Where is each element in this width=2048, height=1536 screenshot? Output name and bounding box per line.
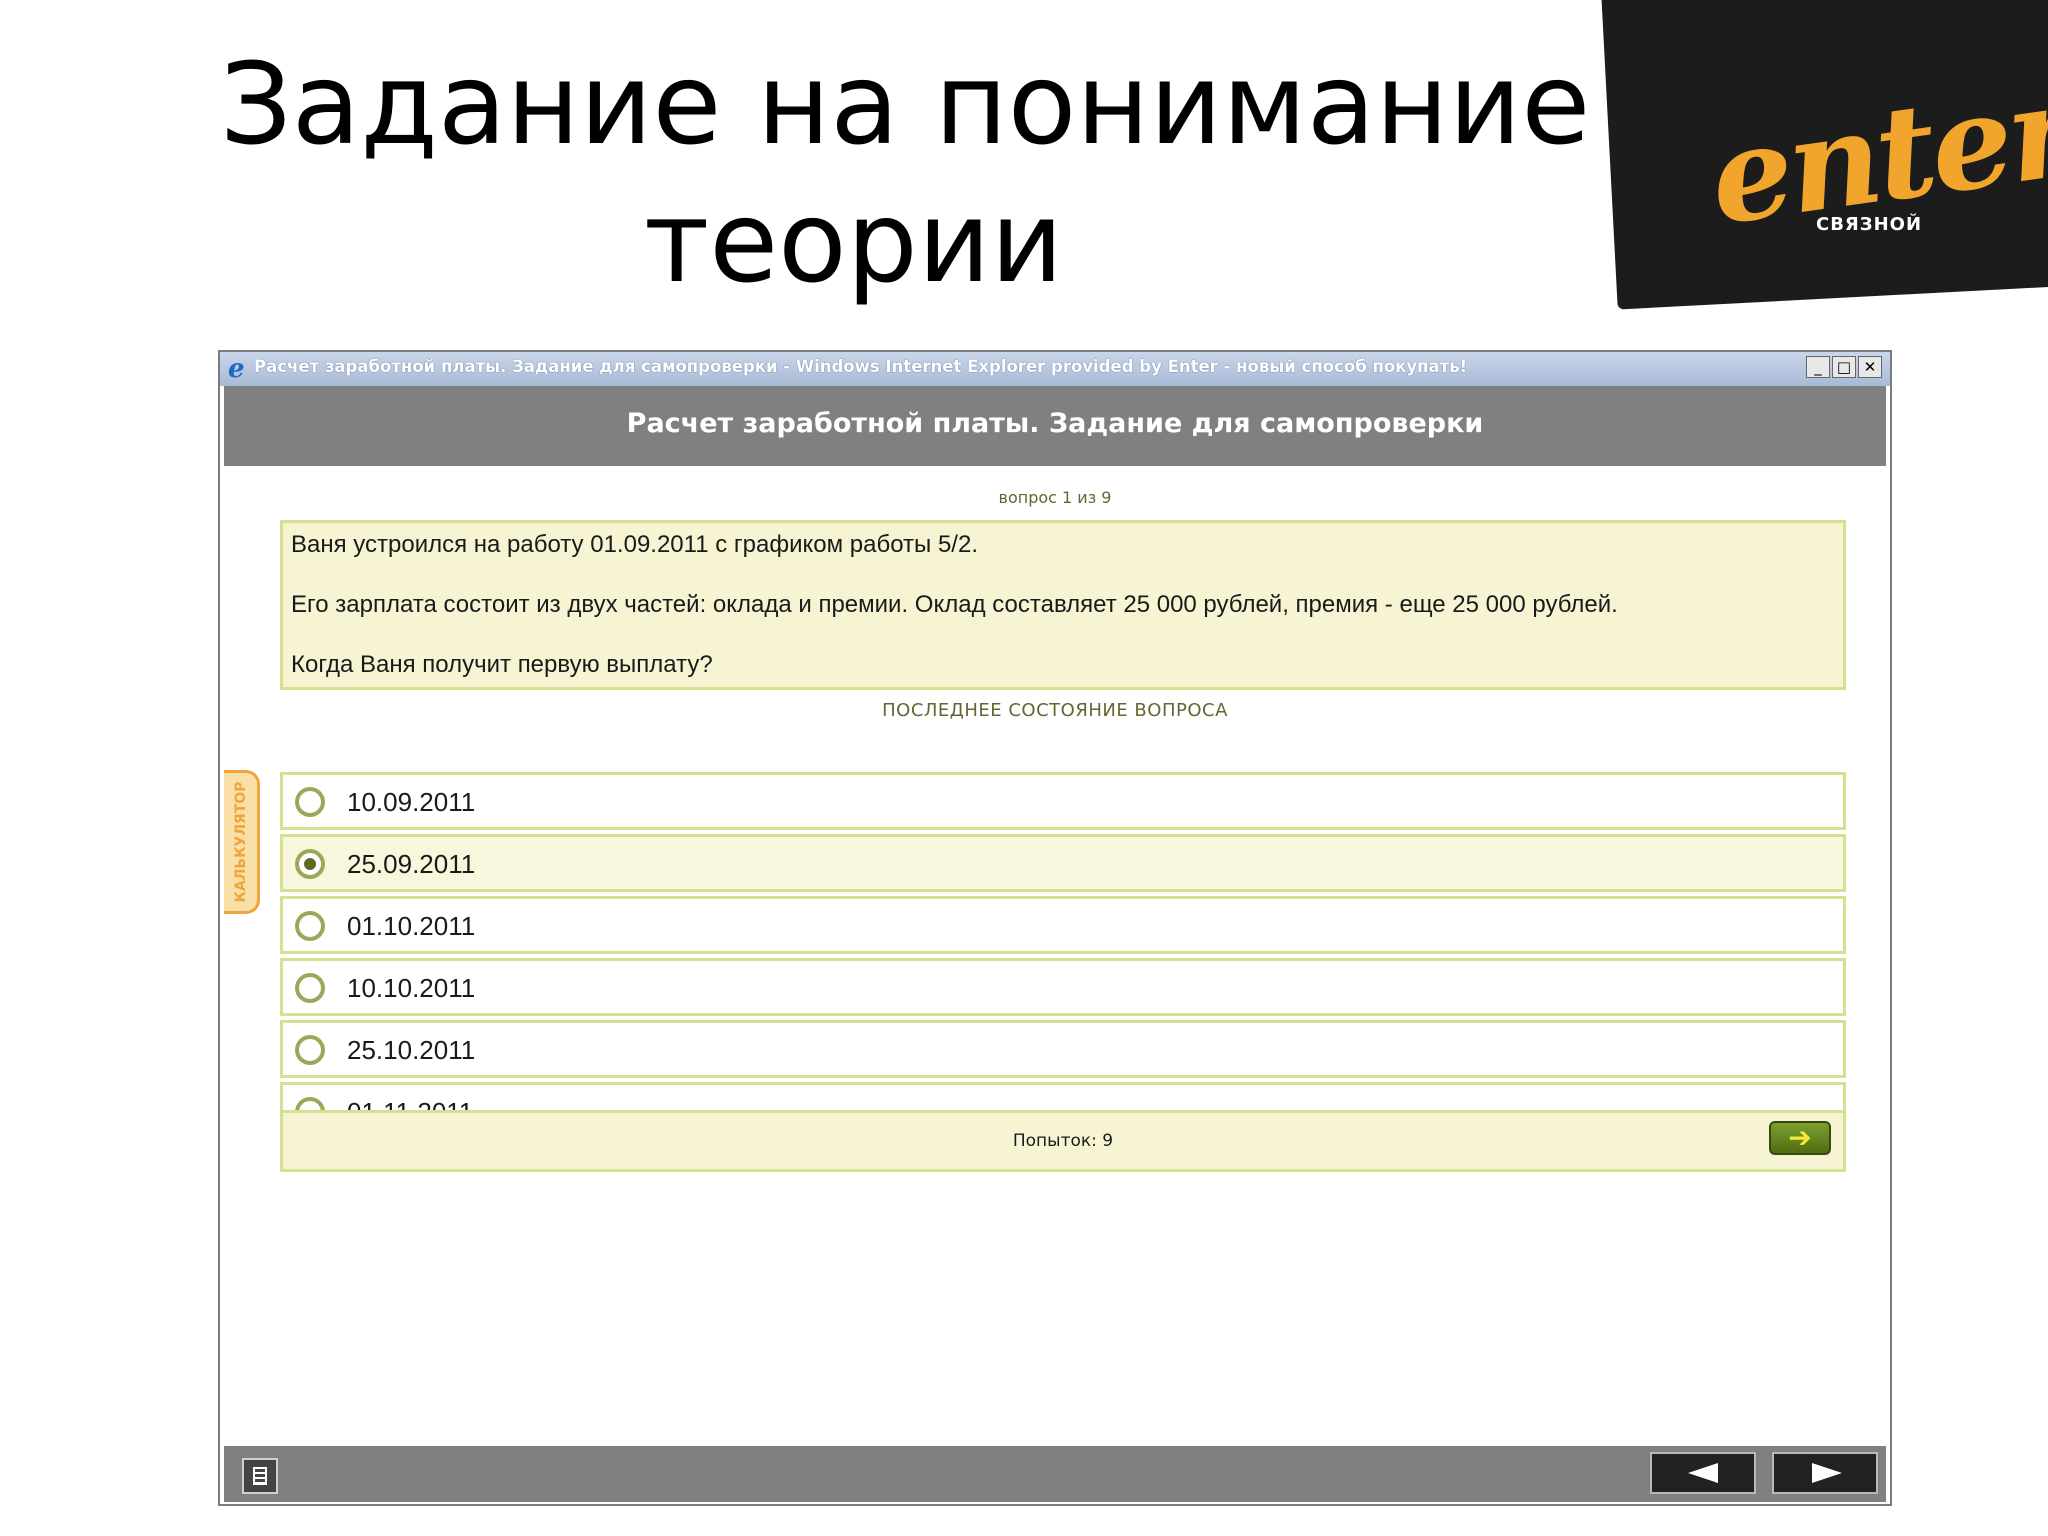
answer-option-label: 01.10.2011 xyxy=(347,911,476,941)
answer-option-label: 10.09.2011 xyxy=(347,787,476,817)
app-header-title: Расчет заработной платы. Задание для сам… xyxy=(626,408,1484,439)
slide-title-line2: теории xyxy=(644,178,1064,308)
internet-explorer-icon: e xyxy=(228,354,245,384)
calculator-tab[interactable]: КАЛЬКУЛЯТОР xyxy=(224,770,260,914)
browser-window: e Расчет заработной платы. Задание для с… xyxy=(218,350,1892,1506)
next-button[interactable] xyxy=(1772,1452,1878,1494)
answer-option-4[interactable]: 10.10.2011 xyxy=(280,958,1846,1016)
question-line-1: Ваня устроился на работу 01.09.2011 с гр… xyxy=(291,531,978,558)
answer-option-2[interactable]: 25.09.2011 xyxy=(280,834,1846,892)
attempts-counter: Попыток: 9 xyxy=(1012,1131,1114,1151)
slide-title-line1: Задание на понимание xyxy=(220,40,1591,170)
radio-button[interactable] xyxy=(295,849,325,879)
window-title: Расчет заработной платы. Задание для сам… xyxy=(254,357,1468,376)
question-line-2: Его зарплата состоит из двух частей: окл… xyxy=(291,591,1618,618)
bottom-toolbar xyxy=(224,1446,1886,1502)
menu-button[interactable] xyxy=(242,1458,278,1494)
radio-button[interactable] xyxy=(295,1035,325,1065)
last-state-label: ПОСЛЕДНЕЕ СОСТОЯНИЕ ВОПРОСА xyxy=(882,700,1228,721)
arrow-right-icon xyxy=(1812,1463,1842,1483)
maximize-button[interactable]: □ xyxy=(1832,356,1856,378)
arrow-left-icon xyxy=(1688,1463,1718,1483)
close-button[interactable]: ✕ xyxy=(1858,356,1882,378)
radio-button[interactable] xyxy=(295,787,325,817)
question-counter: вопрос 1 из 9 xyxy=(998,488,1112,507)
question-line-3: Когда Ваня получит первую выплату? xyxy=(291,651,713,678)
minimize-button[interactable]: _ xyxy=(1806,356,1830,378)
menu-list-icon xyxy=(253,1467,267,1485)
submit-answer-button[interactable]: ➔ xyxy=(1769,1121,1831,1155)
answer-option-1[interactable]: 10.09.2011 xyxy=(280,772,1846,830)
previous-button[interactable] xyxy=(1650,1452,1756,1494)
answer-option-label: 25.10.2011 xyxy=(347,1035,476,1065)
answer-option-label: 10.10.2011 xyxy=(347,973,476,1003)
answer-option-label: 25.09.2011 xyxy=(347,849,476,879)
answer-option-3[interactable]: 01.10.2011 xyxy=(280,896,1846,954)
app-header: Расчет заработной платы. Задание для сам… xyxy=(224,386,1886,466)
question-footer: Попыток: 9 ➔ xyxy=(280,1110,1846,1172)
enter-logo-subtitle: СВЯЗНОЙ xyxy=(1816,214,1923,235)
arrow-right-icon: ➔ xyxy=(1788,1121,1812,1154)
window-controls: _ □ ✕ xyxy=(1806,356,1882,378)
radio-button[interactable] xyxy=(295,973,325,1003)
answer-option-5[interactable]: 25.10.2011 xyxy=(280,1020,1846,1078)
calculator-tab-label: КАЛЬКУЛЯТОР xyxy=(232,781,249,903)
window-titlebar[interactable]: e Расчет заработной платы. Задание для с… xyxy=(220,352,1890,386)
radio-button[interactable] xyxy=(295,911,325,941)
question-box: Ваня устроился на работу 01.09.2011 с гр… xyxy=(280,520,1846,690)
